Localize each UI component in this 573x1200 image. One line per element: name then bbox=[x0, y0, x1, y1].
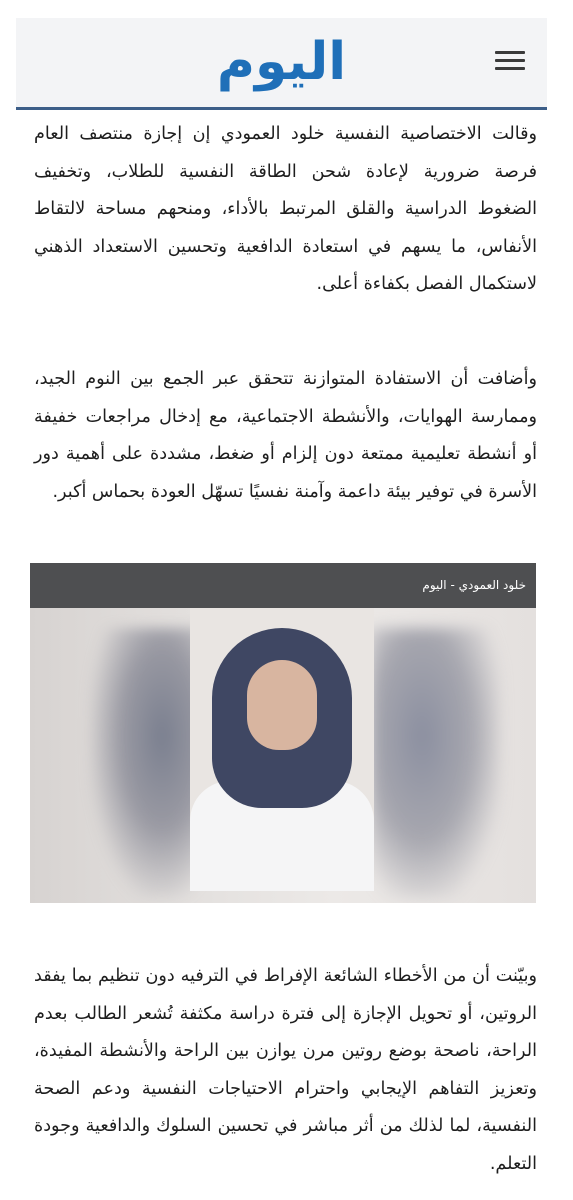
portrait-face bbox=[247, 660, 317, 750]
site-header: اليوم bbox=[16, 18, 547, 110]
article-paragraph-2: وأضافت أن الاستفادة المتوازنة تتحقق عبر … bbox=[34, 369, 537, 502]
article-photo: خلود العمودي - اليوم bbox=[30, 563, 536, 903]
portrait-photo bbox=[190, 608, 374, 891]
article-paragraph-3: وبيّنت أن من الأخطاء الشائعة الإفراط في … bbox=[34, 966, 537, 1174]
article-page: اليوم وقالت الاختصاصية النفسية خلود العم… bbox=[0, 0, 573, 1200]
blurred-background-right bbox=[370, 628, 500, 898]
article-paragraph-1: وقالت الاختصاصية النفسية خلود العمودي إن… bbox=[34, 124, 537, 294]
portrait-image bbox=[30, 608, 536, 903]
photo-caption: خلود العمودي - اليوم bbox=[30, 563, 536, 608]
site-logo[interactable]: اليوم bbox=[16, 32, 547, 92]
hamburger-menu-icon[interactable] bbox=[495, 46, 525, 76]
